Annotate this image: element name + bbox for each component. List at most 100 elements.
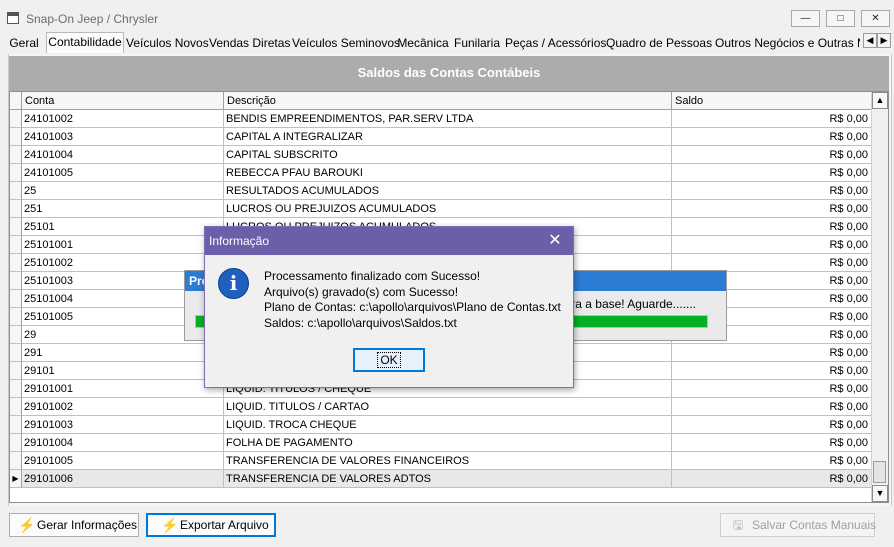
cell-conta[interactable]: 29101004: [22, 434, 224, 452]
tab-quadro-de-pessoas[interactable]: Quadro de Pessoas: [606, 34, 712, 52]
cell-saldo[interactable]: R$ 0,00: [672, 146, 872, 164]
cell-conta[interactable]: 29101002: [22, 398, 224, 416]
cell-conta[interactable]: 29101003: [22, 416, 224, 434]
cell-conta[interactable]: 25101: [22, 218, 224, 236]
cell-descricao[interactable]: LUCROS OU PREJUIZOS ACUMULADOS: [224, 200, 672, 218]
cell-conta[interactable]: 29101: [22, 362, 224, 380]
cell-saldo[interactable]: R$ 0,00: [672, 434, 872, 452]
row-indicator[interactable]: [10, 146, 22, 164]
tab-scroll-right-icon[interactable]: ▶: [877, 33, 891, 48]
cell-conta[interactable]: 251: [22, 200, 224, 218]
cell-saldo[interactable]: R$ 0,00: [672, 380, 872, 398]
cell-descricao[interactable]: BENDIS EMPREENDIMENTOS, PAR.SERV LTDA: [224, 110, 672, 128]
cell-saldo[interactable]: R$ 0,00: [672, 362, 872, 380]
row-indicator[interactable]: [10, 344, 22, 362]
row-indicator[interactable]: [10, 416, 22, 434]
maximize-button[interactable]: □: [826, 10, 855, 27]
row-indicator[interactable]: [10, 218, 22, 236]
cell-saldo[interactable]: R$ 0,00: [672, 218, 872, 236]
cell-conta[interactable]: 25101001: [22, 236, 224, 254]
cell-descricao[interactable]: TRANSFERENCIA DE VALORES FINANCEIROS: [224, 452, 672, 470]
minimize-button[interactable]: —: [791, 10, 820, 27]
tab-veiculos-seminovos[interactable]: Veículos Seminovos: [292, 34, 400, 52]
table-row[interactable]: 29101005 TRANSFERENCIA DE VALORES FINANCE…: [10, 452, 872, 470]
table-row[interactable]: 24101003 CAPITAL A INTEGRALIZAR R$ 0,00: [10, 128, 872, 146]
table-row[interactable]: 29101002 LIQUID. TITULOS / CARTAO R$ 0,00: [10, 398, 872, 416]
table-row[interactable]: 25 RESULTADOS ACUMULADOS R$ 0,00: [10, 182, 872, 200]
cell-saldo[interactable]: R$ 0,00: [672, 416, 872, 434]
cell-saldo[interactable]: R$ 0,00: [672, 128, 872, 146]
cell-conta[interactable]: 29101005: [22, 452, 224, 470]
cell-saldo[interactable]: R$ 0,00: [672, 236, 872, 254]
scroll-down-icon[interactable]: ▼: [872, 485, 888, 502]
cell-conta[interactable]: 291: [22, 344, 224, 362]
cell-conta[interactable]: 24101005: [22, 164, 224, 182]
cell-conta[interactable]: 29101006: [22, 470, 224, 488]
table-row[interactable]: 24101004 CAPITAL SUBSCRITO R$ 0,00: [10, 146, 872, 164]
row-indicator[interactable]: [10, 290, 22, 308]
cell-saldo[interactable]: R$ 0,00: [672, 470, 872, 488]
row-indicator[interactable]: [10, 182, 22, 200]
cell-conta[interactable]: 24101002: [22, 110, 224, 128]
grid-vertical-scrollbar[interactable]: ▲ ▼: [871, 92, 888, 502]
row-indicator[interactable]: [10, 326, 22, 344]
table-row[interactable]: 29101004 FOLHA DE PAGAMENTO R$ 0,00: [10, 434, 872, 452]
close-button[interactable]: ✕: [861, 10, 890, 27]
cell-descricao[interactable]: CAPITAL SUBSCRITO: [224, 146, 672, 164]
tab-geral[interactable]: Geral: [4, 34, 44, 52]
row-indicator[interactable]: [10, 308, 22, 326]
cell-saldo[interactable]: R$ 0,00: [672, 398, 872, 416]
table-row[interactable]: 251 LUCROS OU PREJUIZOS ACUMULADOS R$ 0,00: [10, 200, 872, 218]
cell-descricao[interactable]: FOLHA DE PAGAMENTO: [224, 434, 672, 452]
cell-descricao[interactable]: REBECCA PFAU BAROUKI: [224, 164, 672, 182]
cell-descricao[interactable]: LIQUID. TITULOS / CARTAO: [224, 398, 672, 416]
table-row[interactable]: ▶ 29101006 TRANSFERENCIA DE VALORES ADTOS R…: [10, 470, 872, 488]
cell-conta[interactable]: 24101004: [22, 146, 224, 164]
tab-pecas-acessorios[interactable]: Peças / Acessórios: [505, 34, 606, 52]
cell-descricao[interactable]: RESULTADOS ACUMULADOS: [224, 182, 672, 200]
row-indicator[interactable]: [10, 398, 22, 416]
row-indicator[interactable]: ▶: [10, 470, 22, 488]
cell-descricao[interactable]: CAPITAL A INTEGRALIZAR: [224, 128, 672, 146]
row-indicator[interactable]: [10, 164, 22, 182]
cell-descricao[interactable]: TRANSFERENCIA DE VALORES ADTOS: [224, 470, 672, 488]
row-indicator[interactable]: [10, 110, 22, 128]
row-indicator[interactable]: [10, 128, 22, 146]
row-indicator[interactable]: [10, 434, 22, 452]
row-indicator[interactable]: [10, 380, 22, 398]
table-row[interactable]: 29101003 LIQUID. TROCA CHEQUE R$ 0,00: [10, 416, 872, 434]
column-header-descricao[interactable]: Descrição: [224, 92, 672, 110]
cell-saldo[interactable]: R$ 0,00: [672, 182, 872, 200]
column-header-conta[interactable]: Conta: [22, 92, 224, 110]
cell-saldo[interactable]: R$ 0,00: [672, 452, 872, 470]
scroll-up-icon[interactable]: ▲: [872, 92, 888, 109]
tab-contabilidade[interactable]: Contabilidade: [46, 32, 124, 53]
tab-scroll-left-icon[interactable]: ◀: [863, 33, 877, 48]
cell-conta[interactable]: 25: [22, 182, 224, 200]
cell-saldo[interactable]: R$ 0,00: [672, 200, 872, 218]
tab-mecanica[interactable]: Mecânica: [396, 34, 450, 52]
row-indicator[interactable]: [10, 200, 22, 218]
cell-conta[interactable]: 29101001: [22, 380, 224, 398]
cell-conta[interactable]: 24101003: [22, 128, 224, 146]
tab-outros-negocios[interactable]: Outros Negócios e Outras Mar: [712, 34, 860, 52]
column-header-saldo[interactable]: Saldo: [672, 92, 872, 110]
row-indicator[interactable]: [10, 272, 22, 290]
cell-saldo[interactable]: R$ 0,00: [672, 110, 872, 128]
cell-saldo[interactable]: R$ 0,00: [672, 344, 872, 362]
row-indicator[interactable]: [10, 236, 22, 254]
dialog-close-icon[interactable]: ✕: [545, 227, 565, 255]
salvar-contas-manuais-button[interactable]: 🖫 Salvar Contas Manuais: [720, 513, 876, 537]
cell-saldo[interactable]: R$ 0,00: [672, 164, 872, 182]
exportar-arquivo-button[interactable]: ⚡ Exportar Arquivo: [146, 513, 276, 537]
row-indicator[interactable]: [10, 254, 22, 272]
table-row[interactable]: 24101005 REBECCA PFAU BAROUKI R$ 0,00: [10, 164, 872, 182]
tab-funilaria[interactable]: Funilaria: [452, 34, 502, 52]
tab-veiculos-novos[interactable]: Veículos Novos: [126, 34, 209, 52]
scroll-thumb[interactable]: [873, 461, 886, 483]
row-indicator[interactable]: [10, 362, 22, 380]
row-indicator[interactable]: [10, 452, 22, 470]
table-row[interactable]: 24101002 BENDIS EMPREENDIMENTOS, PAR.SERV…: [10, 110, 872, 128]
gerar-informacoes-button[interactable]: ⚡ Gerar Informações: [9, 513, 139, 537]
tab-vendas-diretas[interactable]: Vendas Diretas: [209, 34, 290, 52]
